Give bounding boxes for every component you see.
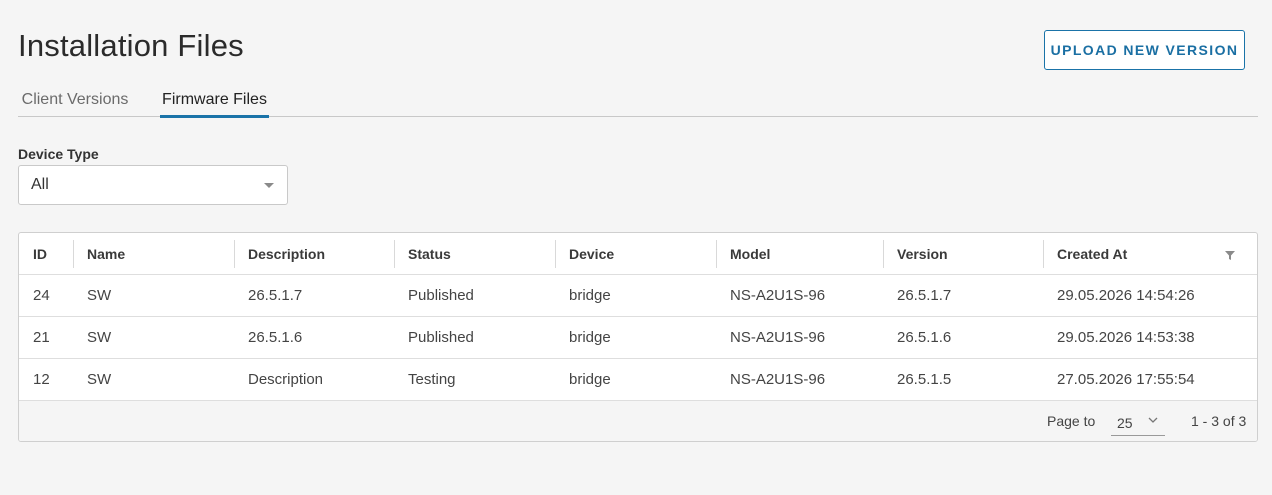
cell-status: Published bbox=[408, 287, 474, 304]
tab-client-versions[interactable]: Client Versions bbox=[18, 82, 132, 117]
page-size-select[interactable]: 25 bbox=[1111, 409, 1165, 436]
cell-name: SW bbox=[87, 329, 112, 346]
table-row[interactable]: 24 SW 26.5.1.7 Published bridge NS-A2U1S… bbox=[19, 275, 1257, 317]
tab-bar: Client Versions Firmware Files bbox=[18, 82, 1258, 118]
column-header-device[interactable]: Device bbox=[555, 233, 716, 274]
tab-firmware-files[interactable]: Firmware Files bbox=[160, 82, 269, 118]
page-to-label: Page to bbox=[1047, 413, 1096, 429]
chevron-down-icon bbox=[1148, 417, 1158, 423]
cell-device: bridge bbox=[569, 329, 611, 346]
upload-new-version-button[interactable]: UPLOAD NEW VERSION bbox=[1044, 30, 1245, 70]
installation-files-page: Installation Files UPLOAD NEW VERSION Cl… bbox=[0, 0, 1272, 495]
firmware-files-table: ID Name Description Status Device Model … bbox=[18, 232, 1258, 442]
cell-version: 26.5.1.6 bbox=[897, 329, 952, 346]
cell-status: Published bbox=[408, 329, 474, 346]
cell-description: 26.5.1.6 bbox=[248, 329, 303, 346]
cell-version: 26.5.1.5 bbox=[897, 371, 952, 388]
table-row[interactable]: 12 SW Description Testing bridge NS-A2U1… bbox=[19, 359, 1257, 401]
device-type-selected-value: All bbox=[31, 176, 49, 193]
column-header-id[interactable]: ID bbox=[19, 233, 73, 274]
column-header-version[interactable]: Version bbox=[883, 233, 1044, 274]
cell-description: Description bbox=[248, 371, 324, 388]
device-type-select[interactable]: All bbox=[18, 165, 288, 205]
cell-device: bridge bbox=[569, 287, 611, 304]
cell-created-at: 29.05.2026 14:53:38 bbox=[1057, 329, 1195, 346]
cell-model: NS-A2U1S-96 bbox=[730, 287, 826, 304]
column-header-name[interactable]: Name bbox=[73, 233, 234, 274]
cell-version: 26.5.1.7 bbox=[897, 287, 952, 304]
cell-id: 24 bbox=[33, 287, 50, 304]
column-header-description[interactable]: Description bbox=[234, 233, 395, 274]
cell-id: 21 bbox=[33, 329, 50, 346]
cell-created-at: 27.05.2026 17:55:54 bbox=[1057, 371, 1195, 388]
pagination-bar: Page to 25 1 - 3 of 3 bbox=[19, 401, 1257, 441]
cell-status: Testing bbox=[408, 371, 456, 388]
column-header-status[interactable]: Status bbox=[394, 233, 555, 274]
page-size-value: 25 bbox=[1117, 415, 1133, 431]
table-row[interactable]: 21 SW 26.5.1.6 Published bridge NS-A2U1S… bbox=[19, 317, 1257, 359]
cell-description: 26.5.1.7 bbox=[248, 287, 303, 304]
cell-model: NS-A2U1S-96 bbox=[730, 371, 826, 388]
cell-created-at: 29.05.2026 14:54:26 bbox=[1057, 287, 1195, 304]
cell-id: 12 bbox=[33, 371, 50, 388]
cell-name: SW bbox=[87, 287, 112, 304]
cell-name: SW bbox=[87, 371, 112, 388]
column-header-model[interactable]: Model bbox=[716, 233, 884, 274]
page-title: Installation Files bbox=[18, 28, 244, 63]
caret-down-icon bbox=[264, 183, 274, 188]
filter-icon[interactable] bbox=[1225, 251, 1235, 260]
cell-model: NS-A2U1S-96 bbox=[730, 329, 826, 346]
pagination-range: 1 - 3 of 3 bbox=[1191, 413, 1247, 429]
cell-device: bridge bbox=[569, 371, 611, 388]
table-header-row: ID Name Description Status Device Model … bbox=[19, 233, 1257, 275]
device-type-label: Device Type bbox=[18, 146, 99, 162]
